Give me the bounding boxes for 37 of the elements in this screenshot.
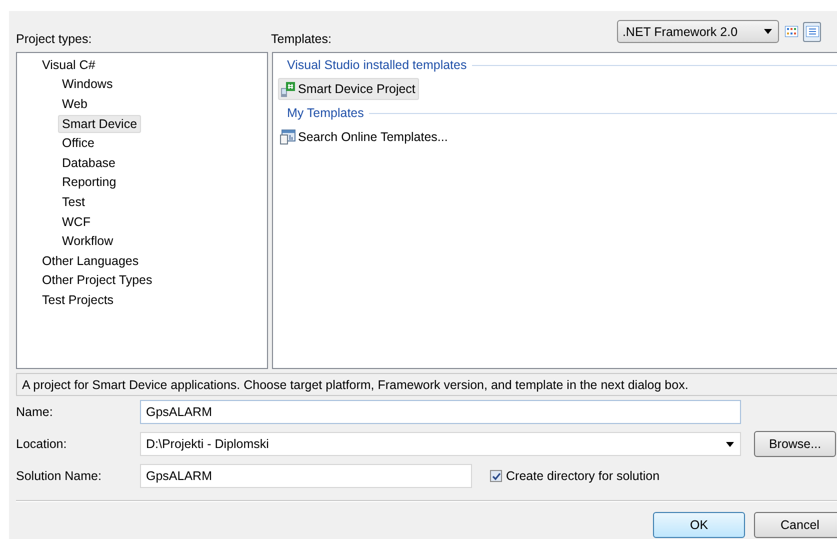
caret-icon [726,442,734,446]
ok-button[interactable]: OK [653,512,745,538]
tree-item[interactable]: Web [58,94,92,113]
tree-item[interactable]: Database [58,154,120,172]
project-types-label: Project types: [16,32,93,46]
framework-dropdown[interactable]: .NET Framework 2.0 [617,20,780,43]
group-header: My Templates [287,106,364,120]
group-header: Visual Studio installed templates [287,58,467,72]
caret-icon [764,29,772,34]
tree-item[interactable]: Office [58,134,98,152]
tree-item[interactable]: Workflow [58,232,118,250]
window-icon [280,129,296,145]
tree-item[interactable]: Windows [58,75,117,94]
input-field[interactable]: GpsALARM [140,464,472,488]
browse-button[interactable]: Browse... [754,431,836,457]
cancel-button[interactable]: Cancel [754,512,837,538]
field-label: Name: [16,405,54,419]
template-item[interactable]: Search Online Templates... [278,126,452,148]
tree-item[interactable]: Reporting [58,173,120,192]
templates-label: Templates: [271,32,332,46]
template-item[interactable]: Smart Device Project [278,78,420,100]
tree-item[interactable]: WCF [58,212,94,231]
tree-item[interactable]: Other Languages [38,252,143,270]
tree-item[interactable]: Visual C# [38,56,100,74]
create-directory-checkbox[interactable]: Create directory for solution [490,469,660,483]
input-field[interactable]: GpsALARM [140,400,741,424]
description-text: A project for Smart Device applications. Choose target platform, Framework version, and template in the next dialog box. [22,378,688,392]
tree-item[interactable]: Test [58,192,89,211]
device-project-icon [280,81,296,97]
field-label: Solution Name: [16,469,102,483]
location-combo[interactable]: D:\Projekti - Diplomski [140,432,741,456]
list-view-button[interactable] [803,22,822,42]
checkmark-icon [492,472,500,480]
tree-item[interactable]: Test Projects [38,290,118,309]
field-label: Location: [16,437,68,451]
tree-item[interactable]: Other Project Types [38,271,156,290]
tree-item[interactable]: Smart Device [58,114,142,133]
